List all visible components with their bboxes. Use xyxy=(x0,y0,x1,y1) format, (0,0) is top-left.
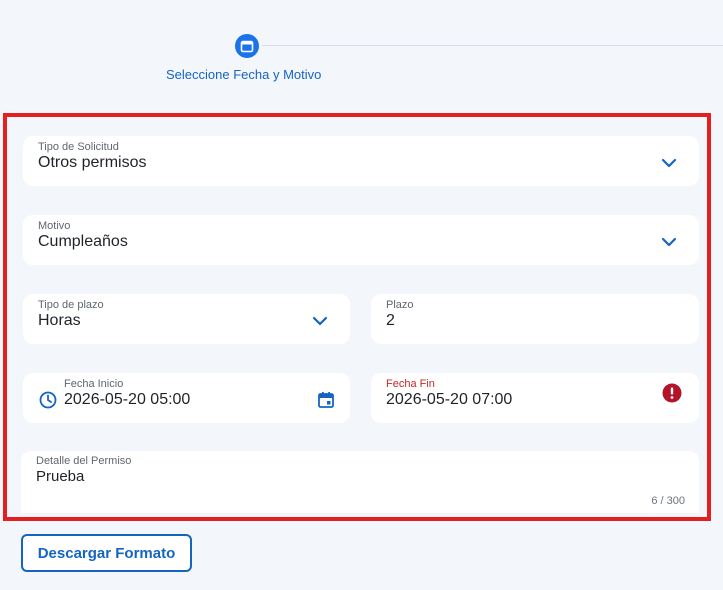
char-counter: 6 / 300 xyxy=(651,495,685,507)
clock-icon xyxy=(39,391,57,409)
tipo-plazo-select[interactable]: Tipo de plazo Horas xyxy=(23,294,350,344)
motivo-value: Cumpleaños xyxy=(38,233,128,250)
tipo-solicitud-select[interactable]: Tipo de Solicitud Otros permisos xyxy=(23,136,699,186)
step-label: Seleccione Fecha y Motivo xyxy=(166,67,322,82)
fecha-inicio-value: 2026-05-20 05:00 xyxy=(64,391,191,408)
calendar-icon[interactable] xyxy=(317,391,335,409)
download-format-button[interactable]: Descargar Formato xyxy=(21,534,192,572)
error-icon xyxy=(662,383,682,403)
detalle-label: Detalle del Permiso xyxy=(36,455,132,467)
plazo-input[interactable]: Plazo 2 xyxy=(371,294,699,344)
fecha-inicio-field[interactable]: Fecha Inicio 2026-05-20 05:00 xyxy=(23,373,350,423)
calendar-icon xyxy=(240,40,254,53)
step-indicator xyxy=(235,34,259,58)
chevron-down-icon[interactable] xyxy=(311,312,329,330)
chevron-down-icon[interactable] xyxy=(660,154,678,172)
fecha-fin-field[interactable]: Fecha Fin 2026-05-20 07:00 xyxy=(371,373,699,423)
detalle-permiso-textarea[interactable]: Detalle del Permiso Prueba 6 / 300 xyxy=(21,451,699,513)
tipo-solicitud-label: Tipo de Solicitud xyxy=(38,141,119,153)
fecha-inicio-label: Fecha Inicio xyxy=(64,378,124,390)
motivo-select[interactable]: Motivo Cumpleaños xyxy=(23,215,699,265)
tipo-solicitud-value: Otros permisos xyxy=(38,154,147,171)
fecha-fin-label: Fecha Fin xyxy=(386,378,435,390)
fecha-fin-value: 2026-05-20 07:00 xyxy=(386,391,513,408)
plazo-value: 2 xyxy=(386,312,395,329)
chevron-down-icon[interactable] xyxy=(660,233,678,251)
tipo-plazo-label: Tipo de plazo xyxy=(38,299,104,311)
motivo-label: Motivo xyxy=(38,220,71,232)
detalle-value: Prueba xyxy=(36,468,85,485)
plazo-label: Plazo xyxy=(386,299,414,311)
tipo-plazo-value: Horas xyxy=(38,312,81,329)
stepper-line xyxy=(262,45,723,46)
